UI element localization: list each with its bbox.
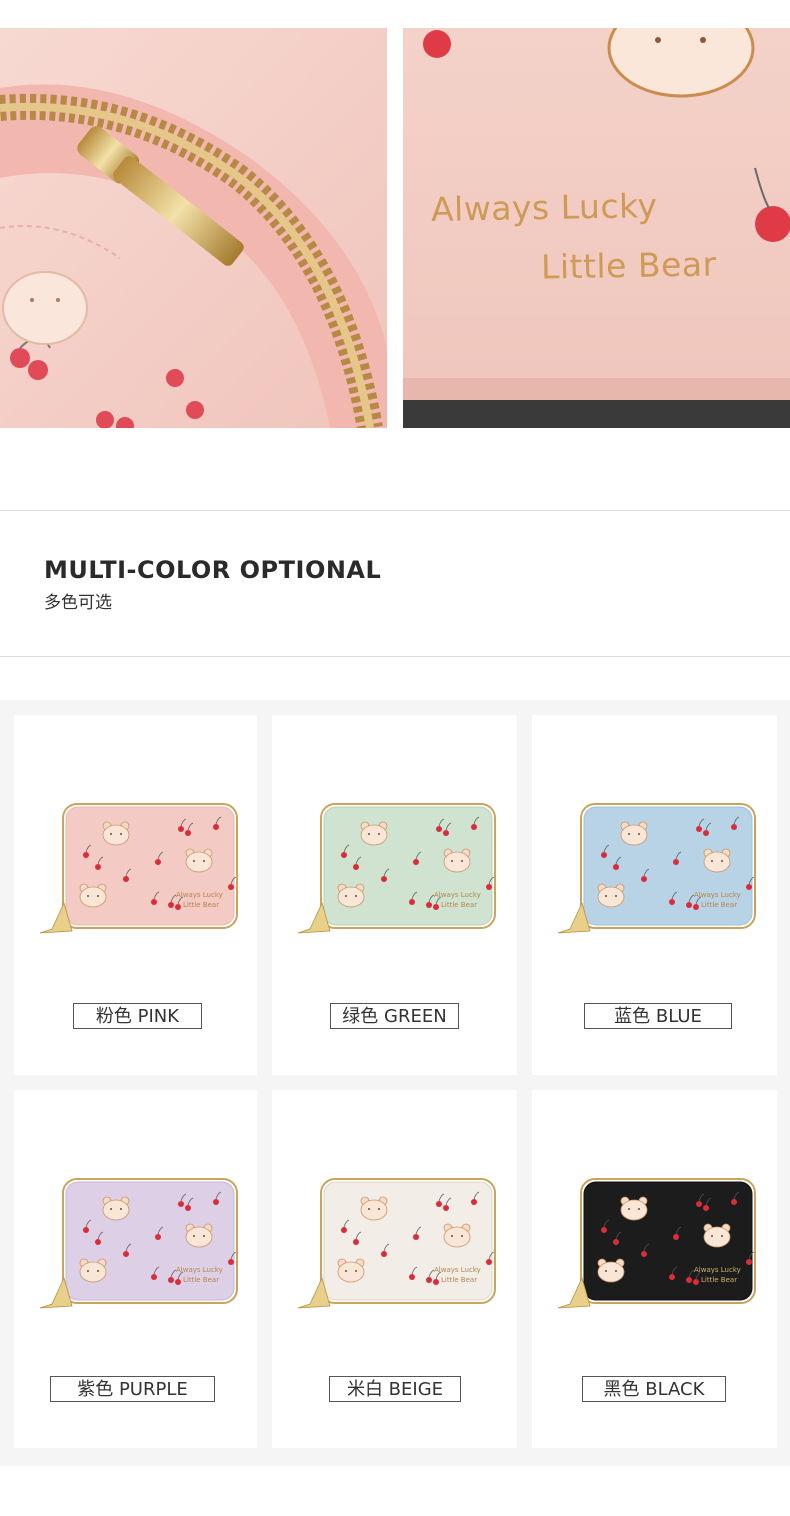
- wallet-print-text-line2: Little Bear: [701, 1276, 737, 1284]
- divider: [0, 656, 790, 657]
- bear-face-icon: [703, 1223, 731, 1248]
- bear-face-icon: [2, 271, 88, 345]
- color-option-label[interactable]: 黑色 BLACK: [582, 1376, 726, 1402]
- embossed-text-line2: Little Bear: [540, 244, 717, 287]
- bear-face-icon: [337, 883, 365, 908]
- wallet-product-image: Always Lucky Little Bear: [557, 803, 756, 934]
- bear-face-icon: [597, 883, 625, 908]
- wallet-product-image: Always Lucky Little Bear: [39, 803, 238, 934]
- section-subtitle: 多色可选: [44, 593, 112, 613]
- color-option-label[interactable]: 绿色 GREEN: [330, 1003, 459, 1029]
- zipper-closeup-photo: [0, 28, 387, 428]
- bear-face-icon: [102, 1196, 130, 1221]
- bear-face-icon: [620, 821, 648, 846]
- embossed-text-line1: Always Lucky: [430, 186, 658, 229]
- embossed-text-closeup-photo: Always Lucky Little Bear: [403, 28, 790, 428]
- wallet-product-image: Always Lucky Little Bear: [297, 803, 496, 934]
- bear-face-icon: [337, 1258, 365, 1283]
- bear-face-icon: [620, 1196, 648, 1221]
- wallet-print-text-line1: Always Lucky: [434, 891, 481, 899]
- divider: [0, 510, 790, 511]
- wallet-print-text-line1: Always Lucky: [176, 891, 223, 899]
- wallet-print-text-line2: Little Bear: [183, 1276, 219, 1284]
- bear-face-icon: [79, 883, 107, 908]
- color-option-label[interactable]: 紫色 PURPLE: [50, 1376, 215, 1402]
- wallet-print-text-line2: Little Bear: [441, 901, 477, 909]
- wallet-print-text-line2: Little Bear: [701, 901, 737, 909]
- wallet-product-image: Always Lucky Little Bear: [297, 1178, 496, 1309]
- zipper-closeup-illustration: [0, 28, 387, 428]
- wallet-print-text-line2: Little Bear: [183, 901, 219, 909]
- wallet-product-image: Always Lucky Little Bear: [39, 1178, 238, 1309]
- color-option-label[interactable]: 粉色 PINK: [73, 1003, 202, 1029]
- wallet-print-text-line1: Always Lucky: [176, 1266, 223, 1274]
- wallet-print-text-line1: Always Lucky: [434, 1266, 481, 1274]
- wallet-product-image: Always Lucky Little Bear: [557, 1178, 756, 1309]
- bear-face-icon: [102, 821, 130, 846]
- bear-face-icon: [597, 1258, 625, 1283]
- bear-face-icon: [703, 848, 731, 873]
- bear-face-icon: [185, 848, 213, 873]
- bear-face-icon: [360, 821, 388, 846]
- wallet-print-text-line1: Always Lucky: [694, 1266, 741, 1274]
- bear-face-icon: [185, 1223, 213, 1248]
- wallet-print-text-line2: Little Bear: [441, 1276, 477, 1284]
- bear-face-icon: [443, 848, 471, 873]
- color-option-label[interactable]: 米白 BEIGE: [329, 1376, 461, 1402]
- color-option-label[interactable]: 蓝色 BLUE: [584, 1003, 732, 1029]
- bear-face-icon: [360, 1196, 388, 1221]
- section-title: MULTI-COLOR OPTIONAL: [44, 556, 382, 584]
- wallet-print-text-line1: Always Lucky: [694, 891, 741, 899]
- bear-face-icon: [79, 1258, 107, 1283]
- bear-face-icon: [443, 1223, 471, 1248]
